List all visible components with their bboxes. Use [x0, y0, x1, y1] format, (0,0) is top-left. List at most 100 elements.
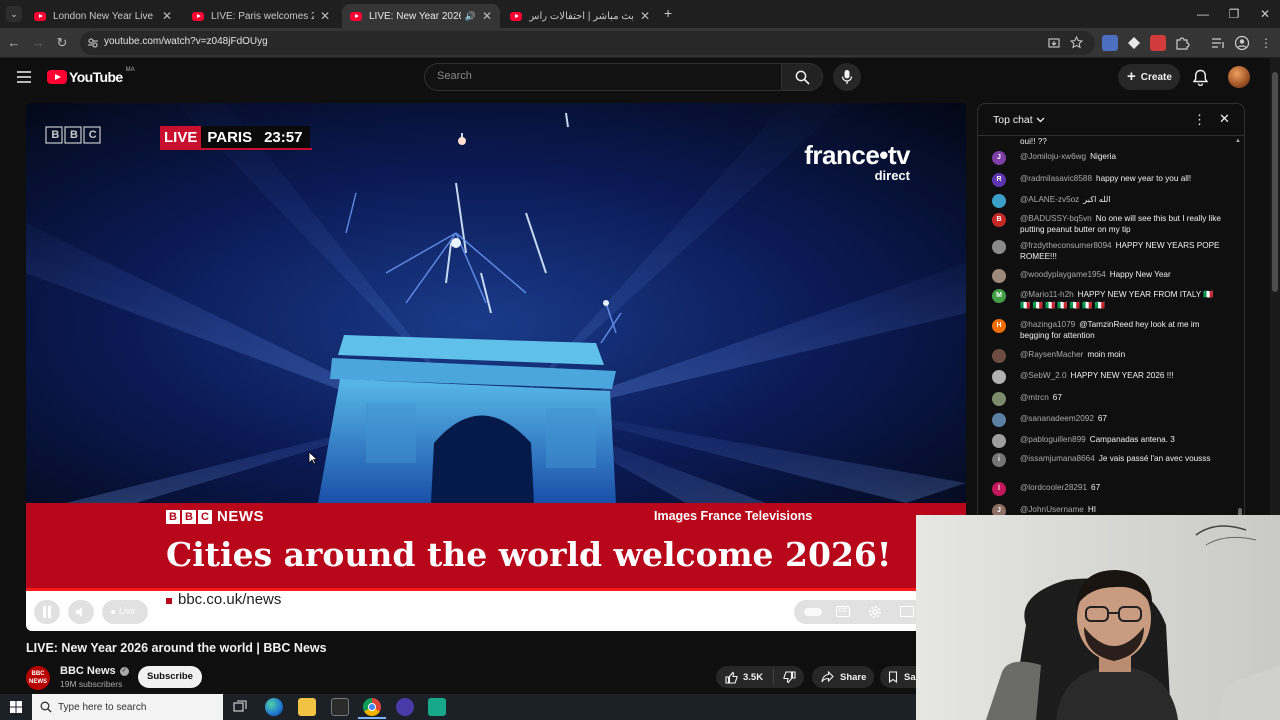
- chat-author-avatar[interactable]: [992, 434, 1006, 448]
- store-icon[interactable]: [331, 698, 349, 716]
- close-window-icon[interactable]: ✕: [1250, 4, 1280, 24]
- windows-start-icon[interactable]: [10, 701, 22, 713]
- chat-author-name[interactable]: @JohnUsername: [1020, 505, 1084, 514]
- account-avatar[interactable]: [1228, 66, 1250, 88]
- extensions-puzzle-icon[interactable]: [1174, 35, 1190, 51]
- mute-button[interactable]: [68, 600, 94, 624]
- chat-author-avatar[interactable]: [992, 240, 1006, 254]
- address-bar[interactable]: youtube.com/watch?v=z048jFdOUyg: [80, 31, 1095, 55]
- tab-search-icon[interactable]: ⌄: [6, 6, 22, 22]
- chat-author-avatar[interactable]: [992, 370, 1006, 384]
- chat-author-avatar[interactable]: i: [992, 453, 1006, 467]
- youtube-logo[interactable]: YouTube MA: [47, 67, 135, 85]
- bookmark-icon: [888, 671, 898, 683]
- chat-author-name[interactable]: @radmilasavic8588: [1020, 174, 1092, 183]
- chat-scrollbar[interactable]: [1238, 140, 1242, 520]
- channel-name[interactable]: BBC News: [60, 665, 116, 677]
- search-box[interactable]: [424, 63, 781, 91]
- live-indicator[interactable]: Live: [102, 600, 148, 624]
- subscribe-button[interactable]: Subscribe: [138, 666, 202, 688]
- hamburger-menu-icon[interactable]: [16, 70, 32, 84]
- chat-author-name[interactable]: @sananadeem2092: [1020, 414, 1094, 423]
- chat-author-avatar[interactable]: [992, 349, 1006, 363]
- back-icon[interactable]: ←: [4, 33, 24, 53]
- chat-author-avatar[interactable]: [992, 194, 1006, 208]
- tab-close-icon[interactable]: ✕: [482, 9, 492, 23]
- media-controls-icon[interactable]: [1210, 35, 1226, 51]
- chrome-icon[interactable]: [363, 698, 381, 716]
- tab-close-icon[interactable]: ✕: [640, 9, 650, 23]
- chat-author-avatar[interactable]: M: [992, 289, 1006, 303]
- chat-mode-dropdown[interactable]: Top chat: [993, 114, 1045, 126]
- chat-author-name[interactable]: @RaysenMacher: [1020, 350, 1083, 359]
- profile-icon[interactable]: [1234, 35, 1250, 51]
- browser-tab-london[interactable]: London New Year Live - United ✕: [26, 4, 180, 28]
- video-player[interactable]: B B C LIVE PARIS 23:57 france•tv direct …: [26, 103, 966, 631]
- terminal-app-icon[interactable]: [428, 698, 446, 716]
- chat-author-name[interactable]: @Jomiloju-xw6wg: [1020, 152, 1086, 161]
- taskbar-search-box[interactable]: Type here to search: [32, 694, 223, 720]
- like-button[interactable]: 3.5K: [716, 669, 774, 685]
- chat-author-avatar[interactable]: [992, 269, 1006, 283]
- reload-icon[interactable]: ↻: [52, 33, 72, 53]
- translate-extension-icon[interactable]: [1102, 35, 1118, 51]
- captions-icon[interactable]: CC: [836, 606, 850, 617]
- edge-browser-icon[interactable]: [265, 698, 283, 716]
- share-button[interactable]: Share: [812, 666, 874, 688]
- chat-author-name[interactable]: @lordcooler28291: [1020, 483, 1087, 492]
- restore-icon[interactable]: ❐: [1219, 4, 1249, 24]
- chat-author-name[interactable]: @pabloguillen899: [1020, 435, 1086, 444]
- chat-author-name[interactable]: @frzdytheconsumer8094: [1020, 241, 1112, 250]
- chat-author-name[interactable]: @Mario11-h2h: [1020, 290, 1074, 299]
- channel-info: BBC News ✓ 19M subscribers: [60, 665, 129, 689]
- save-button[interactable]: Sa: [880, 666, 916, 688]
- minimize-icon[interactable]: —: [1188, 4, 1218, 24]
- browser-tab-active[interactable]: LIVE: New Year 2026 aroun 🔊 ✕: [342, 4, 500, 28]
- chat-author-avatar[interactable]: B: [992, 213, 1006, 227]
- chat-author-avatar[interactable]: [992, 392, 1006, 406]
- obs-app-icon[interactable]: [396, 698, 414, 716]
- chat-author-avatar[interactable]: J: [992, 151, 1006, 165]
- browser-tab-arabic[interactable]: بث مباشر | احتفالات رأس السنة 6 ✕: [502, 4, 658, 28]
- extension-red-icon[interactable]: [1150, 35, 1166, 51]
- chat-author-name[interactable]: @mtrcn: [1020, 393, 1049, 402]
- chat-author-name[interactable]: @hazinga1079: [1020, 320, 1075, 329]
- chat-scroll-up-icon[interactable]: ▲: [1235, 138, 1241, 144]
- browser-tab-paris[interactable]: LIVE: Paris welcomes 2026 with ✕: [184, 4, 338, 28]
- chat-author-name[interactable]: @issamjumana8664: [1020, 454, 1095, 463]
- install-app-icon[interactable]: [1048, 37, 1060, 49]
- task-view-icon[interactable]: [233, 700, 247, 714]
- notifications-bell-icon[interactable]: [1193, 69, 1208, 86]
- site-info-icon[interactable]: [87, 37, 99, 49]
- chat-author-name[interactable]: @BADUSSY-bq5vn: [1020, 214, 1092, 223]
- chat-author-name[interactable]: @SebW_2.0: [1020, 371, 1067, 380]
- create-button[interactable]: + Create: [1118, 64, 1180, 90]
- browser-menu-icon[interactable]: ⋮: [1258, 35, 1274, 51]
- channel-avatar[interactable]: BBC NEWS: [26, 666, 50, 690]
- dislike-button[interactable]: [774, 670, 796, 684]
- speaker-icon[interactable]: 🔊: [465, 11, 476, 22]
- settings-gear-icon[interactable]: [868, 605, 882, 619]
- miniplayer-icon[interactable]: [900, 606, 914, 617]
- tab-close-icon[interactable]: ✕: [162, 9, 172, 23]
- chat-author-avatar[interactable]: H: [992, 319, 1006, 333]
- search-input[interactable]: [437, 70, 757, 82]
- chat-more-options-icon[interactable]: ⋮: [1193, 112, 1206, 128]
- chat-close-icon[interactable]: ✕: [1219, 111, 1230, 127]
- chat-author-avatar[interactable]: [992, 413, 1006, 427]
- chat-author-name[interactable]: @ALANE-zv5oz: [1020, 195, 1079, 204]
- tab-close-icon[interactable]: ✕: [320, 9, 330, 23]
- chat-author-avatar[interactable]: l: [992, 482, 1006, 496]
- chat-author-name[interactable]: @woodyplaygame1954: [1020, 270, 1106, 279]
- search-button[interactable]: [781, 63, 823, 91]
- chat-author-avatar[interactable]: R: [992, 173, 1006, 187]
- extension-diamond-icon[interactable]: [1126, 35, 1142, 51]
- bookmark-star-icon[interactable]: [1070, 36, 1083, 49]
- play-pause-button[interactable]: [34, 600, 60, 624]
- chat-message: i @issamjumana8664 Je vais passé l'an avec…: [992, 453, 1222, 467]
- autoplay-toggle[interactable]: [804, 608, 822, 616]
- new-tab-icon[interactable]: +: [664, 5, 672, 21]
- forward-icon[interactable]: →: [28, 33, 48, 53]
- file-explorer-icon[interactable]: [298, 698, 316, 716]
- voice-search-button[interactable]: [833, 63, 861, 91]
